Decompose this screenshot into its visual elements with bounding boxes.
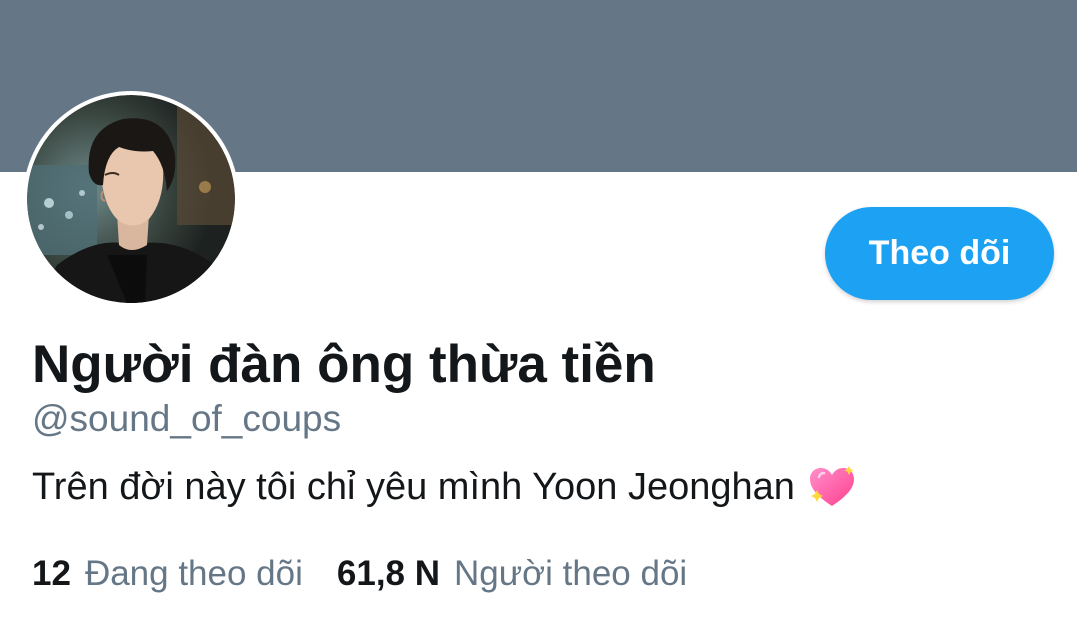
avatar[interactable] — [23, 91, 239, 307]
following-stat[interactable]: 12 Đang theo dõi — [32, 552, 303, 596]
followers-stat[interactable]: 61,8 N Người theo dõi — [337, 552, 687, 596]
profile-stats: 12 Đang theo dõi 61,8 N Người theo dõi — [32, 552, 687, 596]
display-name: Người đàn ông thừa tiền — [32, 335, 656, 394]
following-count: 12 — [32, 554, 71, 593]
user-handle: @sound_of_coups — [32, 398, 342, 439]
following-label: Đang theo dõi — [84, 554, 303, 593]
followers-label: Người theo dõi — [454, 554, 688, 593]
avatar-photo — [27, 95, 235, 303]
bio-text: Trên đời này tôi chỉ yêu mình Yoon Jeong… — [32, 466, 795, 508]
profile-bio: Trên đời này tôi chỉ yêu mình Yoon Jeong… — [32, 462, 857, 512]
follow-button[interactable]: Theo dõi — [825, 207, 1054, 300]
sparkling-heart-icon — [809, 466, 854, 506]
followers-count: 61,8 N — [336, 554, 441, 593]
profile-page: Theo dõi Người đàn ông thừa tiền @sound_… — [0, 0, 1077, 637]
